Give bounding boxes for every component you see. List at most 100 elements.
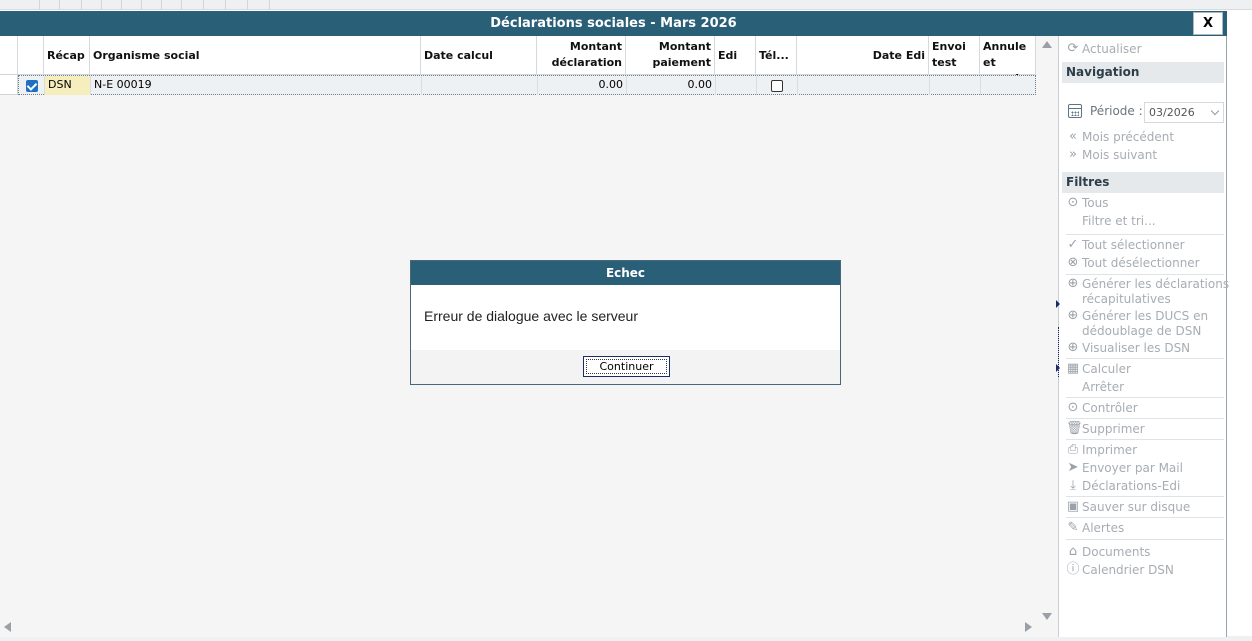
tout-selectionner-label: Tout sélectionner (1082, 238, 1185, 252)
tous-filter[interactable]: ⊙ Tous (1066, 194, 1226, 212)
col-header-date-edi[interactable]: Date Edi (797, 36, 929, 75)
col-header-tele[interactable]: Tél... (756, 36, 797, 75)
sauver-disque-action[interactable]: ▣ Sauver sur disque (1066, 498, 1226, 516)
cell-envoi-test[interactable] (930, 76, 981, 95)
calendrier-dsn-action[interactable]: ⓘ Calendrier DSN (1066, 561, 1226, 579)
periode-label: Période : (1090, 104, 1143, 118)
continue-button[interactable]: Continuer (583, 356, 670, 377)
tout-selectionner-action[interactable]: ✓ Tout sélectionner (1066, 236, 1226, 254)
separator (1066, 496, 1224, 497)
tous-label: Tous (1082, 196, 1109, 210)
actualiser-action[interactable]: ⟳ Actualiser (1066, 40, 1226, 58)
supprimer-label: Supprimer (1082, 422, 1145, 436)
scroll-up-arrow-icon[interactable] (1042, 41, 1052, 48)
col-header-montant-paiement[interactable]: Montant paiement (626, 36, 715, 75)
cell-date-edi[interactable] (798, 76, 930, 95)
actions-panel: ⟳ Actualiser Navigation Période : 03/202… (1061, 36, 1230, 637)
col-header-edi[interactable]: Edi (715, 36, 756, 75)
declarations-edi-action[interactable]: ⤓ Déclarations-Edi (1066, 477, 1226, 495)
separator (1066, 358, 1224, 359)
filtre-tri-label: Filtre et tri... (1082, 214, 1156, 228)
controler-action[interactable]: ⊙ Contrôler (1066, 399, 1226, 417)
calculer-label: Calculer (1082, 362, 1131, 376)
mois-precedent-label: Mois précédent (1082, 130, 1175, 144)
play-circle-icon: ⊙ (1067, 195, 1079, 210)
alertes-action[interactable]: ✎ Alertes (1066, 519, 1226, 537)
col-header-organisme[interactable]: Organisme social (90, 36, 421, 75)
generer-ducs-label-2: dédoublage de DSN (1082, 324, 1202, 338)
mois-precedent-action[interactable]: « Mois précédent (1066, 128, 1226, 146)
scroll-down-arrow-icon[interactable] (1042, 613, 1052, 620)
tout-deselectionner-action[interactable]: ⊗ Tout désélectionner (1066, 254, 1226, 272)
mois-suivant-label: Mois suivant (1082, 148, 1158, 162)
table-row[interactable]: DSN N-E 00019 0.00 0.00 (18, 75, 1036, 95)
scroll-right-arrow-icon[interactable] (1025, 622, 1032, 632)
play-circle-icon: ⊙ (1067, 400, 1079, 415)
filtres-section-title: Filtres (1062, 172, 1224, 193)
dialog-body: Erreur de dialogue avec le serveur (411, 285, 840, 350)
row-select-cell[interactable] (19, 76, 45, 95)
double-chevron-left-icon: « (1069, 129, 1077, 144)
sauver-disque-label: Sauver sur disque (1082, 500, 1191, 514)
separator (1066, 539, 1224, 540)
dialog-message: Erreur de dialogue avec le serveur (424, 308, 639, 324)
col-header-envoi-test[interactable]: Envoi test (929, 36, 980, 75)
col-header-indicator (0, 36, 18, 75)
cell-recap[interactable]: DSN (45, 76, 91, 95)
printer-icon: ⎙ (1067, 442, 1079, 457)
splitter-marker-icon (1056, 300, 1060, 308)
col-header-date-calcul[interactable]: Date calcul (421, 36, 537, 75)
calendrier-dsn-label: Calendrier DSN (1082, 563, 1174, 577)
info-icon: ⓘ (1066, 562, 1080, 577)
horizontal-scrollbar[interactable] (0, 618, 1036, 635)
calculator-icon: ▦ (1066, 361, 1080, 376)
imprimer-action[interactable]: ⎙ Imprimer (1066, 441, 1226, 459)
actualiser-label: Actualiser (1082, 42, 1142, 56)
splitter-marker-icon (1056, 364, 1060, 372)
cell-montant-paiement[interactable]: 0.00 (627, 76, 716, 95)
controler-label: Contrôler (1082, 401, 1138, 415)
cell-annule-remplace[interactable] (981, 76, 1035, 95)
supprimer-action[interactable]: 🗑 Supprimer (1066, 420, 1226, 438)
col-header-annule-remplace[interactable]: Annule et rempla... (980, 36, 1036, 75)
cell-edi[interactable] (716, 76, 757, 95)
pencil-icon: ✎ (1067, 520, 1079, 535)
calculer-action[interactable]: ▦ Calculer (1066, 360, 1226, 378)
generer-ducs-action[interactable]: ⊕ Générer les DUCS en dédoublage de DSN (1066, 307, 1226, 339)
col-header-recap[interactable]: Récap (44, 36, 90, 75)
generer-recap-action[interactable]: ⊕ Générer les déclarations récapitulativ… (1066, 275, 1230, 307)
plus-circle-icon: ⊕ (1067, 340, 1079, 355)
col-header-montant-declaration[interactable]: Montant déclaration (537, 36, 626, 75)
tele-checkbox[interactable] (771, 80, 783, 92)
alertes-label: Alertes (1082, 521, 1125, 535)
separator (1066, 397, 1224, 398)
separator (1066, 517, 1224, 518)
cell-organisme[interactable]: N-E 00019 (91, 76, 422, 95)
calendar-icon (1068, 104, 1082, 118)
cell-montant-declaration[interactable]: 0.00 (538, 76, 627, 95)
cell-tele[interactable] (757, 76, 798, 95)
plus-circle-icon: ⊕ (1067, 276, 1079, 291)
documents-tray-icon: ⌂ (1068, 544, 1078, 559)
arreter-action[interactable]: Arrêter (1066, 378, 1226, 396)
documents-label: Documents (1082, 545, 1151, 559)
vertical-scrollbar[interactable] (1036, 36, 1058, 626)
col-header-select[interactable] (18, 36, 44, 75)
visualiser-dsn-label: Visualiser les DSN (1082, 341, 1191, 355)
close-button[interactable]: X (1193, 12, 1223, 35)
window-title: Déclarations sociales - Mars 2026 X (0, 11, 1227, 36)
scroll-left-arrow-icon[interactable] (4, 622, 11, 632)
plus-circle-icon: ⊕ (1067, 308, 1079, 323)
mois-suivant-action[interactable]: » Mois suivant (1066, 146, 1226, 164)
visualiser-dsn-action[interactable]: ⊕ Visualiser les DSN (1066, 339, 1226, 357)
row-select-checkbox[interactable] (26, 80, 38, 92)
documents-action[interactable]: ⌂ Documents (1066, 543, 1226, 561)
separator (1066, 234, 1224, 235)
tout-deselectionner-label: Tout désélectionner (1082, 256, 1200, 270)
filtre-tri-action[interactable]: Filtre et tri... (1066, 212, 1226, 230)
cell-date-calcul[interactable] (422, 76, 538, 95)
periode-select[interactable]: 03/2026 (1144, 102, 1224, 123)
window-title-text: Déclarations sociales - Mars 2026 (490, 16, 737, 31)
envoyer-mail-action[interactable]: ➤ Envoyer par Mail (1066, 459, 1226, 477)
send-icon: ➤ (1067, 460, 1079, 475)
